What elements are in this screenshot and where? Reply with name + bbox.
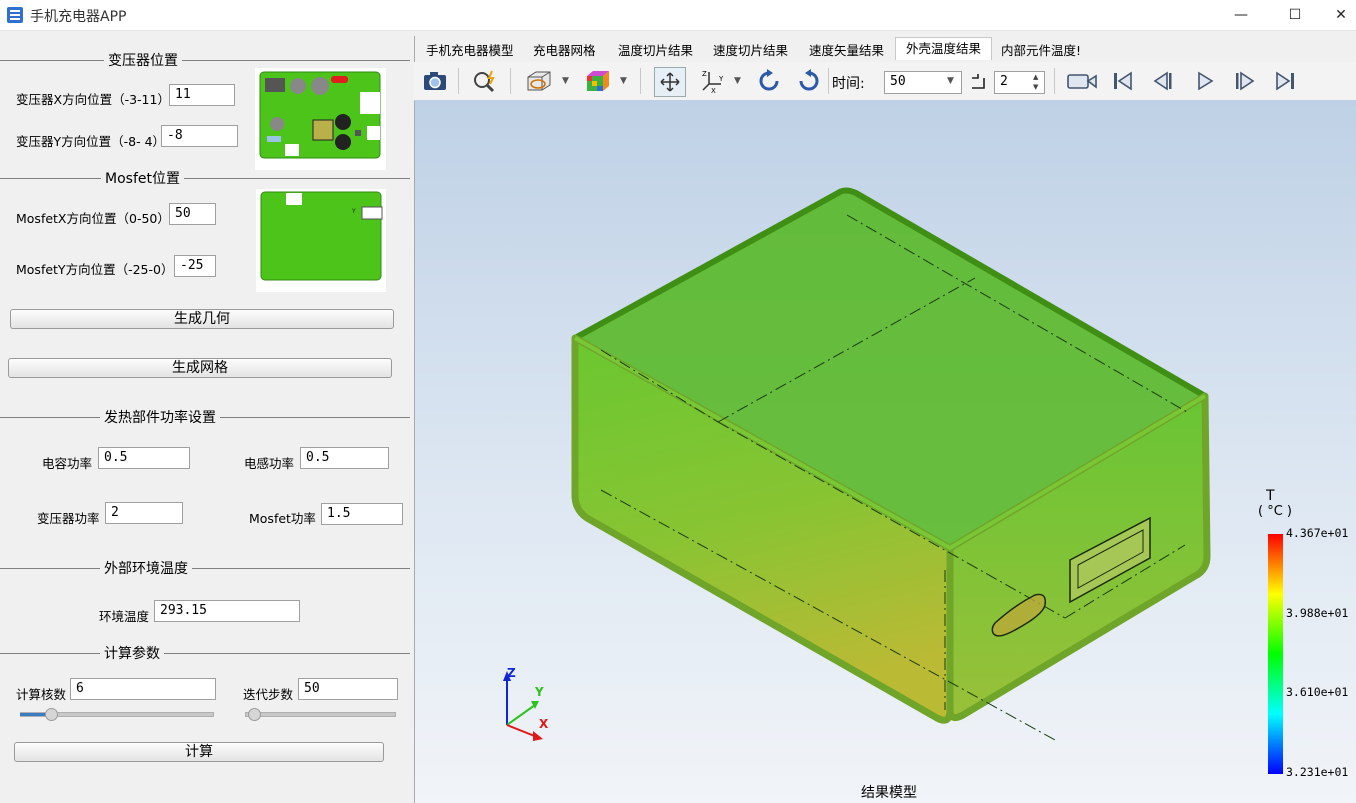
generate-geometry-button[interactable]: 生成几何 [10, 309, 394, 329]
zoom-icon[interactable] [470, 67, 500, 95]
mosfet-section-title: Mosfet位置 [101, 168, 184, 188]
tab-charger-model[interactable]: 手机充电器模型 [416, 40, 524, 62]
colorbar-label-3: 3.610e+01 [1286, 685, 1349, 699]
compute-section-title: 计算参数 [100, 643, 164, 663]
cores-label: 计算核数 [16, 687, 67, 702]
rotate-cw-icon[interactable] [754, 67, 784, 95]
mosfet-power-label: Mosfet功率 [249, 511, 316, 526]
compute-section-header: 计算参数 [0, 643, 410, 663]
inductor-power-label: 电感功率 [244, 456, 295, 471]
ambient-temperature-input[interactable]: 293.15 [154, 600, 300, 622]
mosfet-section-header: Mosfet位置 [0, 168, 410, 188]
axis-orientation-icon[interactable]: Z YX [698, 67, 728, 95]
time-label: 时间: [832, 76, 865, 92]
chevron-down-icon[interactable]: ▼ [562, 76, 569, 86]
colorbar-variable: T [1266, 488, 1275, 504]
mosfet-y-label: MosfetY方向位置（-25-0） [16, 262, 174, 277]
mosfet-power-input[interactable]: 1.5 [321, 503, 403, 525]
transformer-power-input[interactable]: 2 [105, 502, 183, 524]
tab-velocity-vector[interactable]: 速度矢量结果 [799, 40, 894, 62]
iterations-label: 迭代步数 [243, 687, 294, 702]
svg-text:Y: Y [718, 75, 724, 83]
rotate-ccw-icon[interactable] [794, 67, 824, 95]
colorbar-unit: ( °C ) [1258, 504, 1292, 519]
transformer-power-label: 变压器功率 [37, 511, 100, 526]
colorbar-label-max: 4.367e+01 [1286, 526, 1349, 540]
svg-text:Z: Z [702, 70, 707, 78]
close-button[interactable]: ✕ [1318, 0, 1356, 30]
axis-z-label: Z [507, 666, 516, 680]
time-select-chevron-icon[interactable]: ▼ [947, 76, 954, 86]
transformer-y-label: 变压器Y方向位置（-8- 4） [16, 134, 166, 149]
tab-charger-mesh[interactable]: 充电器网格 [523, 40, 606, 62]
transformer-x-input[interactable]: 11 [169, 84, 235, 106]
step-icon [970, 72, 988, 92]
tab-velocity-slice[interactable]: 速度切片结果 [703, 40, 798, 62]
capacitor-power-label: 电容功率 [42, 456, 93, 471]
app-logo-icon [6, 6, 24, 24]
tab-temperature-slice[interactable]: 温度切片结果 [608, 40, 703, 62]
title-bar: 手机充电器APP — ☐ ✕ [0, 0, 1356, 31]
colorbar-label-2: 3.988e+01 [1286, 606, 1349, 620]
power-section-title: 发热部件功率设置 [100, 407, 220, 427]
svg-text:X: X [711, 87, 716, 94]
result-3d-viewport[interactable]: Z Y X T ( °C ) 4.367e+01 3.988e+01 3.610… [415, 100, 1356, 803]
transformer-section-title: 变压器位置 [104, 50, 182, 70]
ambient-temperature-label: 环境温度 [99, 609, 150, 624]
maximize-button[interactable]: ☐ [1272, 0, 1318, 30]
axis-triad [495, 665, 565, 745]
window-title: 手机充电器APP [30, 9, 127, 25]
cores-slider-handle[interactable] [45, 708, 59, 721]
mosfet-x-input[interactable]: 50 [169, 203, 216, 225]
capacitor-power-input[interactable]: 0.5 [98, 447, 190, 469]
transformer-section-header: 变压器位置 [0, 50, 410, 70]
mosfet-layout-preview: Y [256, 189, 386, 292]
play-icon[interactable] [1190, 67, 1220, 95]
svg-text:Y: Y [351, 208, 356, 215]
transformer-layout-preview [255, 68, 386, 170]
tab-internal-temperature[interactable]: 内部元件温度! [991, 40, 1091, 62]
spin-arrows-icon[interactable]: ▲ ▼ [1033, 72, 1038, 92]
ambient-section-title: 外部环境温度 [100, 558, 192, 578]
transformer-x-label: 变压器X方向位置（-3-11） [16, 92, 170, 107]
prev-frame-icon[interactable] [1148, 67, 1178, 95]
colorbar-label-min: 3.231e+01 [1286, 765, 1349, 779]
record-icon[interactable] [1065, 67, 1099, 95]
chevron-down-icon[interactable]: ▼ [734, 76, 741, 86]
next-frame-icon[interactable] [1230, 67, 1260, 95]
axis-y-label: Y [535, 685, 544, 699]
inductor-power-input[interactable]: 0.5 [300, 447, 389, 469]
camera-icon[interactable] [420, 67, 450, 95]
viewport-caption: 结果模型 [861, 785, 917, 801]
tab-shell-temperature[interactable]: 外壳温度结果 [895, 37, 993, 60]
first-frame-icon[interactable] [1108, 67, 1138, 95]
ambient-section-header: 外部环境温度 [0, 558, 410, 578]
fit-view-icon[interactable] [654, 67, 686, 97]
iterations-slider-handle[interactable] [247, 708, 261, 721]
color-cube-icon[interactable] [582, 67, 612, 95]
iterations-input[interactable]: 50 [298, 678, 398, 700]
display-style-icon[interactable] [524, 67, 554, 95]
cores-slider[interactable] [20, 708, 214, 721]
power-section-header: 发热部件功率设置 [0, 407, 410, 427]
generate-mesh-button[interactable]: 生成网格 [8, 358, 392, 378]
mosfet-y-input[interactable]: -25 [174, 255, 216, 277]
parameter-panel: 变压器位置 变压器X方向位置（-3-11） 11 变压器Y方向位置（-8- 4）… [0, 31, 410, 803]
chevron-down-icon[interactable]: ▼ [620, 76, 627, 86]
cores-input[interactable]: 6 [70, 678, 216, 700]
cores-slider-fill [20, 713, 46, 716]
viewer-toolbar: ▼ ▼ ZYX ▼ 时间: 50 ▼ 2 ▲ ▼ [414, 62, 1356, 101]
iterations-slider[interactable] [245, 708, 396, 721]
colorbar-scale [1268, 534, 1283, 774]
last-frame-icon[interactable] [1270, 67, 1300, 95]
minimize-button[interactable]: — [1218, 0, 1264, 30]
axis-x-label: X [539, 717, 549, 731]
compute-button[interactable]: 计算 [14, 742, 384, 762]
transformer-y-input[interactable]: -8 [161, 125, 238, 147]
mosfet-x-label: MosfetX方向位置（0-50） [16, 211, 170, 226]
